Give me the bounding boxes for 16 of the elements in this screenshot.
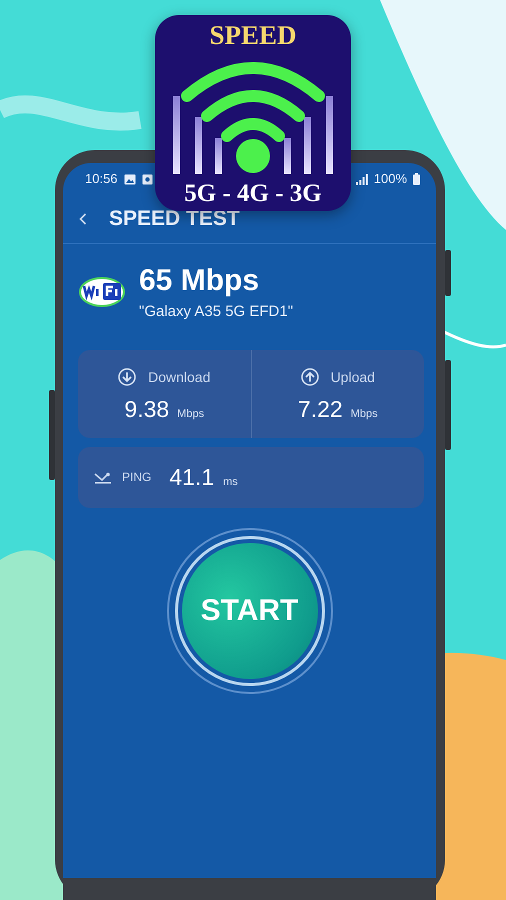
start-button[interactable]: START: [182, 543, 318, 680]
result-unit: Mbps: [177, 408, 204, 420]
connection-speed: 65 Mbps: [139, 264, 260, 298]
result-label: Upload: [330, 368, 375, 385]
network-name: "Galaxy A35 5G EFD1": [139, 302, 294, 320]
ping-label: PING: [122, 470, 152, 485]
app-icon-title: SPEED: [209, 21, 297, 51]
result-label: Download: [148, 368, 210, 385]
battery-percent: 100%: [374, 172, 407, 186]
ping-value: 41.1: [169, 464, 214, 491]
result-value: 7.22: [298, 396, 343, 422]
result-value: 9.38: [124, 396, 170, 422]
status-time: 10:56: [85, 172, 118, 186]
network-types: 5G - 4G - 3G: [184, 180, 322, 207]
result-unit: Mbps: [350, 408, 378, 420]
ping-unit: ms: [223, 476, 238, 490]
